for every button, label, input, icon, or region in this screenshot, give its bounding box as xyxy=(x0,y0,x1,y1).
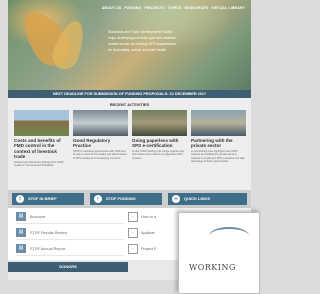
doc-icon: ▤ xyxy=(16,228,26,237)
link-annual-report[interactable]: ▤ STDF Annual Report xyxy=(16,242,124,256)
card-text: A new briefing note highlights how STDF … xyxy=(191,149,245,164)
card-image[interactable] xyxy=(14,110,69,136)
card-text: A new STDF briefing note brings together… xyxy=(132,149,185,160)
arrow-icon: › xyxy=(128,243,138,254)
deadline-banner[interactable]: NEXT DEADLINE FOR SUBMISSION OF FUNDING … xyxy=(8,90,251,98)
quick-buttons: i STDF IN BRIEF › STDF FUNDING ∞ QUICK L… xyxy=(8,190,251,208)
link-label: Applicat xyxy=(141,230,155,235)
recent-activities: RECENT ACTIVITIES Costs and benefits of … xyxy=(8,98,251,190)
nav-virtual-library[interactable]: VIRTUAL LIBRARY xyxy=(211,6,245,10)
nav-funding[interactable]: FUNDING xyxy=(124,6,141,10)
activity-card[interactable]: Partnering with the private sector A new… xyxy=(191,110,246,167)
section-heading: RECENT ACTIVITIES xyxy=(109,102,150,107)
nav-resources[interactable]: RESOURCES xyxy=(184,6,208,10)
hero-text: Standards and Trade Development Facility… xyxy=(108,30,244,54)
link-results-review[interactable]: ▤ STDF Results Review xyxy=(16,226,124,240)
card-title[interactable]: Going paperless with SPS e-certification xyxy=(132,138,187,149)
hero-line: for food safety, animal and plant health xyxy=(108,48,167,52)
link-label: STDF Results Review xyxy=(30,230,68,235)
donors-heading[interactable]: DONORS xyxy=(8,262,128,272)
arrow-icon: › xyxy=(128,227,138,238)
card-title[interactable]: Partnering with the private sector xyxy=(191,138,246,149)
hero-banner: ABOUT US FUNDING PROJECTS TOPICS RESOURC… xyxy=(8,0,251,90)
button-label: STDF FUNDING xyxy=(106,196,136,201)
link-label: Brochure xyxy=(30,214,46,219)
quick-links-button[interactable]: ∞ QUICK LINKS xyxy=(168,193,247,205)
nav-topics[interactable]: TOPICS xyxy=(168,6,182,10)
button-label: STDF IN BRIEF xyxy=(28,196,57,201)
card-image[interactable] xyxy=(73,110,128,136)
link-label: STDF Annual Report xyxy=(30,246,66,251)
card-text: Global event discusses findings from STD… xyxy=(14,160,64,168)
hero-line: market access by meeting SPS requirement… xyxy=(108,42,176,46)
card-image[interactable] xyxy=(132,110,187,136)
doc-icon: ▤ xyxy=(16,244,26,253)
activity-cards: Costs and benefits of FMD control in the… xyxy=(14,110,246,167)
link-label: How to a xyxy=(141,214,156,219)
hero-line: helps developing countries gain and main… xyxy=(108,36,176,40)
stdf-in-brief-button[interactable]: i STDF IN BRIEF xyxy=(12,193,84,205)
link-label: Project P xyxy=(141,246,157,251)
activity-card[interactable]: Going paperless with SPS e-certification… xyxy=(132,110,187,167)
link-brochure[interactable]: ▤ Brochure xyxy=(16,210,124,224)
link-icon: ∞ xyxy=(172,195,180,203)
card-title[interactable]: Good Regulatory Practice xyxy=(73,138,128,149)
nav-projects[interactable]: PROJECTS xyxy=(144,6,164,10)
info-icon: i xyxy=(16,195,24,203)
stdf-funding-button[interactable]: › STDF FUNDING xyxy=(90,193,162,205)
working-paper-title: WORKING xyxy=(189,263,236,272)
card-image[interactable] xyxy=(191,110,246,136)
button-label: QUICK LINKS xyxy=(184,196,210,201)
activity-card[interactable]: Good Regulatory Practice STDF is reviewi… xyxy=(73,110,128,167)
doc-icon: ▤ xyxy=(16,212,26,221)
activity-card[interactable]: Costs and benefits of FMD control in the… xyxy=(14,110,69,167)
top-navigation: ABOUT US FUNDING PROJECTS TOPICS RESOURC… xyxy=(102,6,245,10)
nav-about-us[interactable]: ABOUT US xyxy=(102,6,122,10)
logo-swoosh xyxy=(209,227,249,245)
card-title[interactable]: Costs and benefits of FMD control in the… xyxy=(14,138,69,160)
arrow-icon: › xyxy=(128,211,138,222)
working-paper-thumbnail[interactable]: WORKING xyxy=(178,212,260,294)
card-text: STDF is reviewing experiences with GRP a… xyxy=(73,149,127,160)
arrow-icon: › xyxy=(94,195,102,203)
hero-line: Standards and Trade Development Facility xyxy=(108,30,173,34)
